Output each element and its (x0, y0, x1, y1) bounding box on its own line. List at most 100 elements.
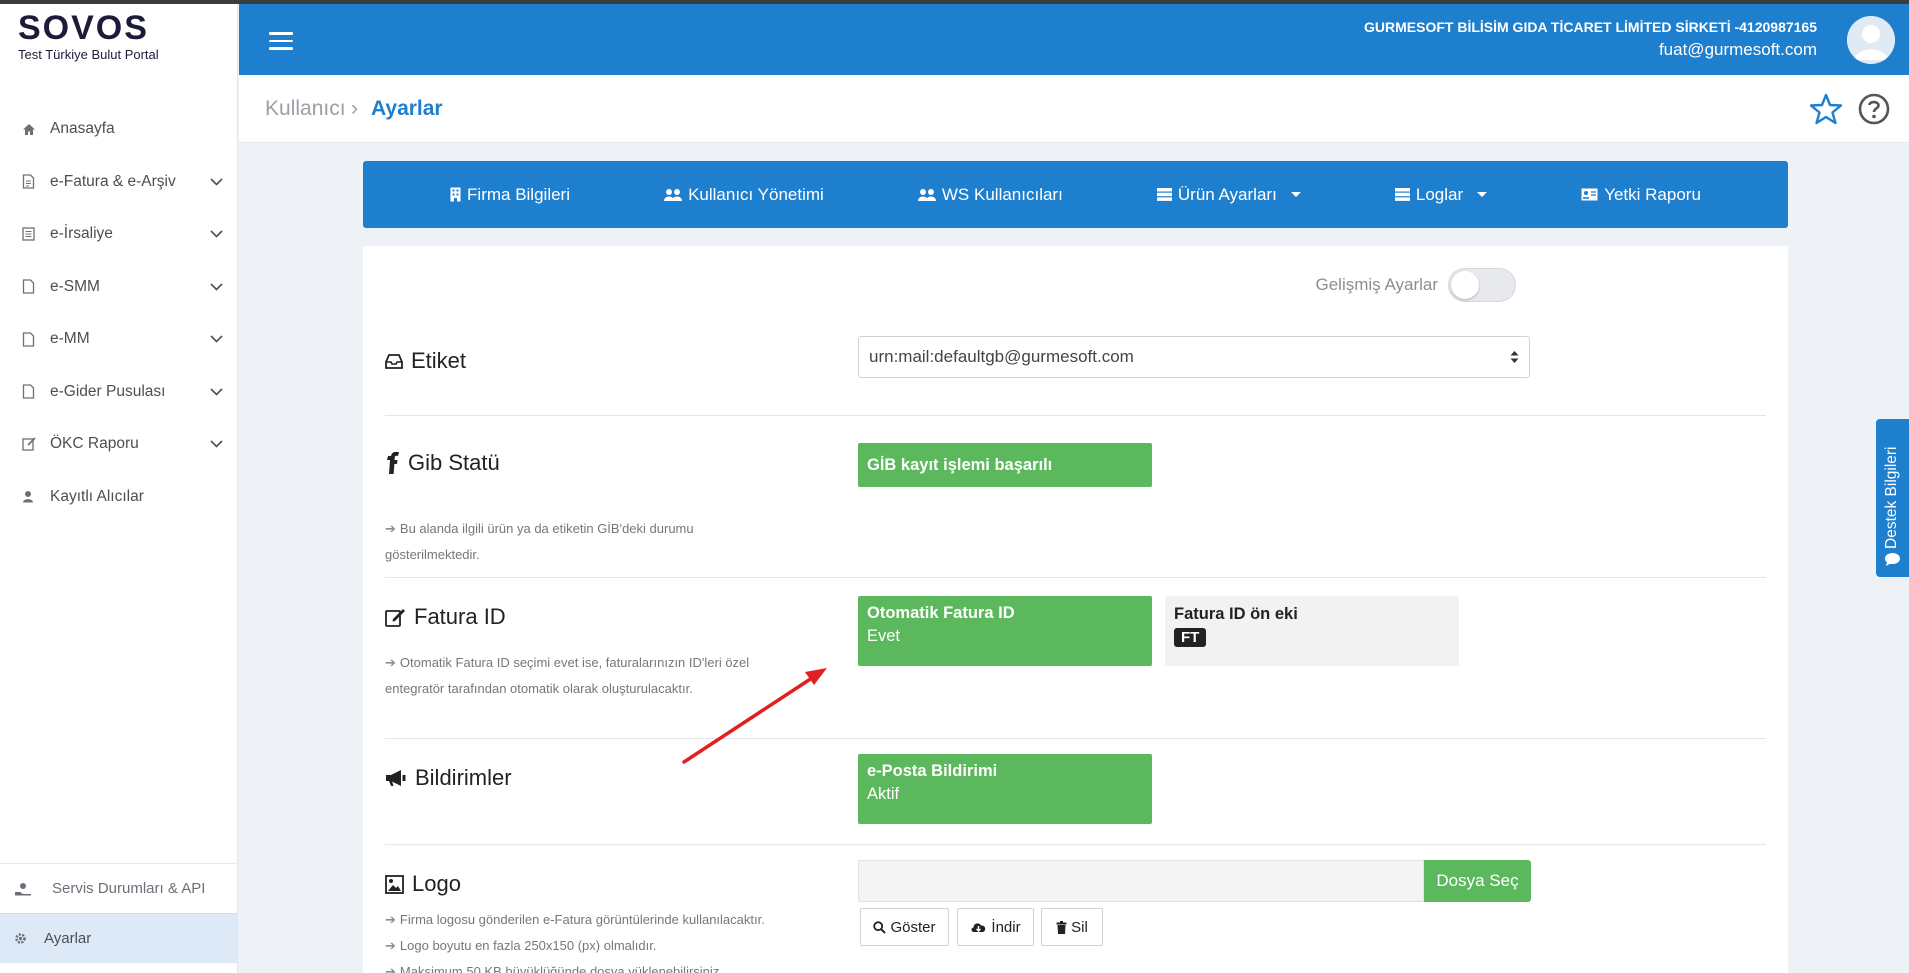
brand[interactable]: SOVOS Test Türkiye Bulut Portal (0, 4, 237, 75)
sidebar-item-e-smm[interactable]: e-SMM (0, 261, 237, 314)
section-logo: Logo ➔ Firma logosu gönderilen e-Fatura g… (385, 845, 1766, 973)
company-name: GURMESOFT BİLİSİM GIDA TİCARET LİMİTED S… (1364, 19, 1817, 35)
sidebar-item-kayitli-alicilar[interactable]: Kayıtlı Alıcılar (0, 471, 237, 524)
section-title-fatura-id: Fatura ID (385, 604, 506, 630)
download-logo-button[interactable]: İndir (957, 908, 1034, 946)
tab-yetki-raporu[interactable]: Yetki Raporu (1581, 185, 1701, 205)
logo-desc-2: Logo boyutu en fazla 250x150 (px) olmalı… (399, 938, 657, 953)
file-icon (22, 174, 50, 189)
support-info-text: Destek Bilgileri (1883, 446, 1900, 550)
auto-fatura-id-value: Evet (867, 627, 901, 645)
section-gib-statu: Gib Statü ➔ Bu alanda ilgili ürün ya da e… (385, 416, 1766, 578)
choose-file-button[interactable]: Dosya Seç (1424, 860, 1531, 902)
logo-desc-3: Maksimum 50 KB büyüklüğünde dosya yüklen… (399, 964, 723, 973)
sidebar-item-okc-raporu[interactable]: ÖKC Raporu (0, 418, 237, 471)
tab-ws-kullanicilari[interactable]: WS Kullanıcıları (917, 185, 1063, 205)
tab-label: Firma Bilgileri (467, 184, 570, 204)
section-title-text: Etiket (411, 348, 467, 373)
fatura-id-prefix-badge: FT (1174, 628, 1207, 647)
show-logo-label: Göster (890, 918, 936, 936)
sidebar-item-services-api[interactable]: Servis Durumları & API (0, 863, 238, 913)
etiket-selected-value: urn:mail:defaultgb@gurmesoft.com (869, 347, 1134, 366)
trash-icon (1056, 920, 1067, 934)
tab-firma-bilgileri[interactable]: Firma Bilgileri (450, 185, 570, 205)
sidebar-bottom: Servis Durumları & API Ayarlar (0, 863, 238, 973)
sidebar-item-anasayfa[interactable]: Anasayfa (0, 103, 237, 156)
server-icon (1394, 188, 1410, 201)
tab-label: Yetki Raporu (1604, 184, 1701, 204)
chevron-down-icon[interactable] (209, 175, 223, 189)
caret-down-icon (1290, 192, 1301, 197)
auto-fatura-id-title: Otomatik Fatura ID (867, 604, 1015, 622)
chevron-down-icon[interactable] (209, 280, 223, 294)
users-icon (917, 188, 936, 201)
auto-fatura-id-card[interactable]: Otomatik Fatura ID Evet (858, 596, 1152, 666)
section-title-etiket: Etiket (385, 348, 466, 374)
delete-logo-button[interactable]: Sil (1041, 908, 1103, 946)
tab-loglar[interactable]: Loglar (1394, 184, 1488, 205)
section-description: ➔ Firma logosu gönderilen e-Fatura görünt… (385, 907, 905, 973)
tab-label: Loglar (1415, 184, 1464, 204)
sidebar-item-e-irsaliye[interactable]: e-İrsaliye (0, 208, 237, 261)
chevron-down-icon[interactable] (209, 385, 223, 399)
help-icon[interactable] (1857, 92, 1891, 126)
support-info-tab[interactable]: Destek Bilgileri (1876, 419, 1909, 577)
sidebar-item-label: Ayarlar (44, 930, 92, 947)
sidebar-item-label: e-Gider Pusulası (50, 382, 166, 400)
delete-logo-label: Sil (1071, 918, 1088, 936)
sidebar-item-e-fatura[interactable]: e-Fatura & e-Arşiv (0, 156, 237, 209)
inbox-icon (385, 353, 403, 369)
sidebar-item-label: e-Fatura & e-Arşiv (50, 172, 176, 190)
cloud-download-icon (971, 922, 986, 932)
top-header: GURMESOFT BİLİSİM GIDA TİCARET LİMİTED S… (239, 4, 1909, 75)
brand-subtitle: Test Türkiye Bulut Portal (18, 47, 159, 62)
section-title-text: Gib Statü (408, 450, 500, 475)
file-icon (22, 384, 50, 399)
section-title-gib-statu: Gib Statü (385, 450, 500, 476)
section-title-text: Fatura ID (414, 604, 506, 629)
bullhorn-icon (386, 770, 406, 786)
tab-kullanici-yonetimi[interactable]: Kullanıcı Yönetimi (664, 185, 824, 205)
sidebar-item-ayarlar[interactable]: Ayarlar (0, 913, 238, 963)
etiket-select[interactable]: urn:mail:defaultgb@gurmesoft.com (858, 336, 1530, 378)
image-icon (385, 874, 404, 894)
user-email[interactable]: fuat@gurmesoft.com (1659, 40, 1817, 60)
chevron-down-icon[interactable] (209, 227, 223, 241)
chevron-down-icon[interactable] (209, 437, 223, 451)
edit-icon (385, 608, 405, 627)
menu-icon[interactable] (269, 32, 293, 50)
breadcrumb-root[interactable]: Kullanıcı (265, 97, 346, 121)
gib-status-badge: GİB kayıt işlemi başarılı (858, 443, 1152, 487)
server-icon (1156, 188, 1172, 201)
sidebar-item-label: Kayıtlı Alıcılar (50, 487, 144, 505)
select-arrows-icon (1510, 351, 1519, 363)
show-logo-button[interactable]: Göster (860, 908, 949, 946)
star-icon[interactable] (1809, 92, 1843, 126)
fatura-id-prefix-card[interactable]: Fatura ID ön eki FT (1165, 596, 1459, 666)
gear-icon (14, 932, 44, 945)
fatura-id-prefix-title: Fatura ID ön eki (1174, 605, 1298, 623)
home-icon (22, 123, 50, 136)
avatar[interactable] (1847, 16, 1895, 64)
hand-service-icon (14, 882, 52, 896)
section-title-text: Bildirimler (415, 765, 512, 790)
list-icon (22, 227, 50, 241)
sidebar-item-label: e-İrsaliye (50, 225, 113, 243)
sidebar-item-label: Servis Durumları & API (52, 880, 206, 897)
email-notification-card[interactable]: e-Posta Bildirimi Aktif (858, 754, 1152, 824)
settings-card: Gelişmiş Ayarlar Etiket urn:mail:default… (363, 246, 1788, 973)
section-title-bildirimler: Bildirimler (385, 765, 512, 791)
id-card-icon (1581, 188, 1598, 201)
logo-desc-line: ➔ Maksimum 50 KB büyüklüğünde dosya yükle… (385, 959, 905, 973)
file-icon (22, 332, 50, 347)
sidebar-item-e-mm[interactable]: e-MM (0, 313, 237, 366)
breadcrumb-separator: › (351, 97, 358, 120)
tab-urun-ayarlari[interactable]: Ürün Ayarları (1156, 185, 1301, 205)
logo-file-input[interactable] (858, 860, 1424, 902)
sidebar: SOVOS Test Türkiye Bulut Portal Anasayfa… (0, 4, 238, 973)
users-icon (664, 188, 683, 201)
gib-status-text: GİB kayıt işlemi başarılı (867, 455, 1053, 474)
sidebar-item-e-gider-pusulasi[interactable]: e-Gider Pusulası (0, 366, 237, 419)
email-notification-title: e-Posta Bildirimi (867, 762, 998, 780)
chevron-down-icon[interactable] (209, 332, 223, 346)
